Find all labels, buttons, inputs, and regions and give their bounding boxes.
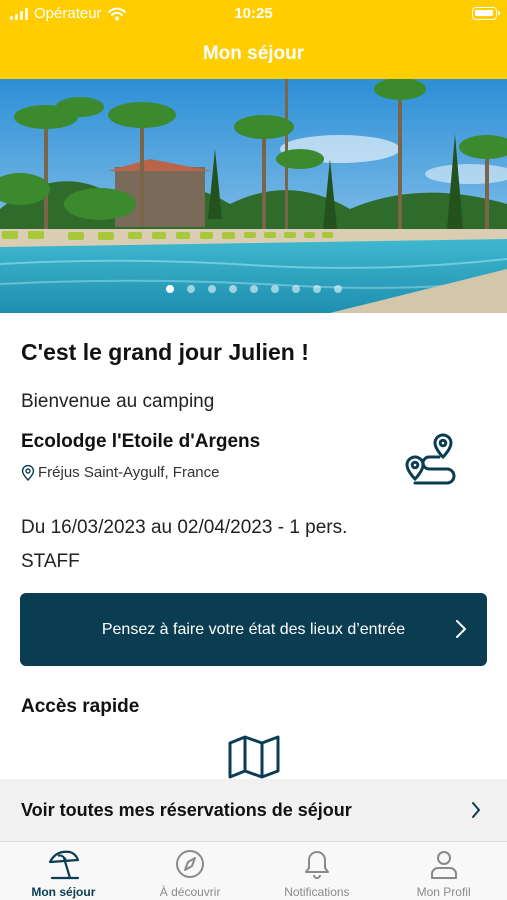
tab-a-decouvrir[interactable]: À découvrir [127, 842, 254, 900]
map-icon[interactable] [228, 735, 280, 779]
hero-image [0, 79, 507, 313]
route-icon[interactable] [403, 433, 457, 487]
all-reservations-row[interactable]: Voir toutes mes réservations de séjour [0, 779, 507, 841]
page-title: Mon séjour [202, 42, 305, 64]
carousel-dot[interactable] [291, 285, 300, 293]
cta-label: Pensez à faire votre état des lieux d’en… [101, 620, 406, 638]
stay-dates: Du 16/03/2023 au 02/04/2023 - 1 pers. [21, 517, 348, 538]
location-text: Fréjus Saint-Aygulf, France [38, 464, 220, 481]
battery-icon [472, 7, 500, 20]
tab-bar: Mon séjour À découvrir Notifications Mon… [0, 841, 507, 900]
carousel-dot[interactable] [228, 285, 237, 293]
tab-notifications[interactable]: Notifications [254, 842, 381, 900]
nav-bar: Mon séjour [0, 28, 507, 79]
greeting-title: C'est le grand jour Julien ! [21, 339, 309, 365]
welcome-text: Bienvenue au camping [21, 391, 215, 412]
status-bar: Opérateur 10:25 [0, 0, 507, 28]
carousel-dot[interactable] [333, 285, 342, 293]
carousel-dot[interactable] [270, 285, 279, 293]
tab-label: Mon séjour [31, 885, 96, 899]
beach-umbrella-icon [49, 850, 80, 880]
carousel-dot[interactable] [249, 285, 258, 293]
quick-access-title: Accès rapide [21, 696, 140, 717]
tab-label: Mon Profil [416, 885, 471, 899]
carousel-dot[interactable] [186, 285, 195, 293]
carousel-dot[interactable] [207, 285, 216, 293]
check-in-inventory-button[interactable]: Pensez à faire votre état des lieux d’en… [20, 593, 487, 666]
chevron-right-icon [456, 620, 466, 638]
person-icon [430, 851, 457, 879]
camping-name: Ecolodge l'Etoile d'Argens [21, 431, 261, 452]
hero-carousel[interactable] [0, 79, 507, 313]
compass-icon [176, 850, 205, 878]
reservations-label: Voir toutes mes réservations de séjour [21, 799, 352, 820]
carousel-dot[interactable] [312, 285, 321, 293]
location-pin-icon [21, 464, 35, 481]
chevron-right-icon [472, 802, 480, 818]
bell-icon [304, 851, 329, 879]
stay-category: STAFF [21, 551, 80, 572]
status-time: 10:25 [234, 5, 273, 22]
tab-mon-profil[interactable]: Mon Profil [380, 842, 507, 900]
camping-location: Fréjus Saint-Aygulf, France [21, 464, 219, 481]
tab-label: À découvrir [159, 885, 221, 899]
carousel-dot[interactable] [165, 285, 174, 293]
carousel-dots[interactable] [0, 285, 507, 293]
tab-label: Notifications [284, 885, 350, 899]
tab-mon-sejour[interactable]: Mon séjour [0, 842, 127, 900]
